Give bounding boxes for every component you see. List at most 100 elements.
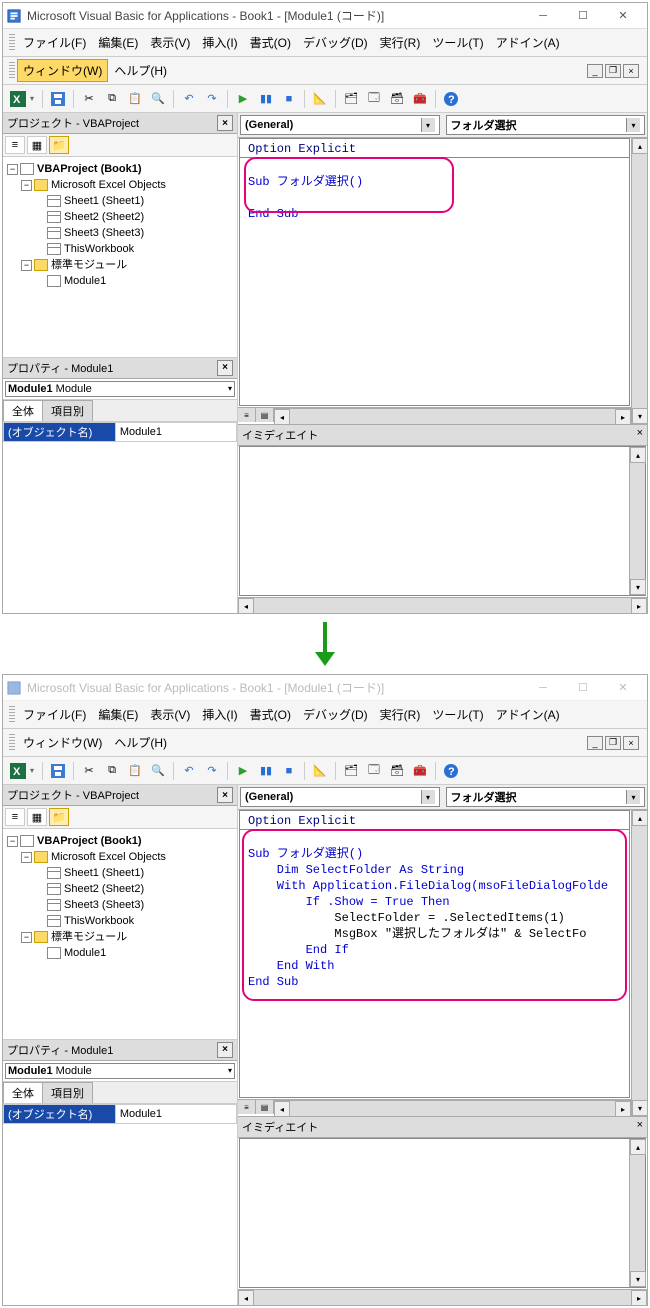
menu-run[interactable]: 実行(R): [374, 703, 427, 726]
close-button[interactable]: ✕: [603, 5, 643, 27]
grip-icon[interactable]: [9, 34, 15, 52]
tree-excel-objects[interactable]: Microsoft Excel Objects: [51, 179, 166, 191]
excel-icon[interactable]: X: [7, 88, 29, 110]
menu-window[interactable]: ウィンドウ(W): [17, 59, 108, 82]
project-explorer-icon[interactable]: 🗂: [340, 88, 362, 110]
mdi-min[interactable]: _: [587, 736, 603, 750]
prop-name-value[interactable]: Module1: [115, 1104, 236, 1123]
tree-collapse-icon[interactable]: −: [21, 852, 32, 863]
paste-icon[interactable]: 📋: [124, 760, 146, 782]
menu-insert[interactable]: 挿入(I): [196, 31, 243, 54]
code-editor[interactable]: Option Explicit Sub フォルダ選択() End Sub: [239, 138, 630, 406]
dropdown-icon[interactable]: ▾: [30, 766, 38, 775]
save-icon[interactable]: [47, 88, 69, 110]
hscrollbar[interactable]: ◂▸: [274, 1100, 631, 1116]
menu-file[interactable]: ファイル(F): [17, 31, 92, 54]
hscrollbar[interactable]: ◂▸: [238, 597, 647, 613]
titlebar[interactable]: Microsoft Visual Basic for Applications …: [3, 3, 647, 29]
minimize-button[interactable]: ─: [523, 5, 563, 27]
maximize-button[interactable]: ☐: [563, 677, 603, 699]
copy-icon[interactable]: ⧉: [101, 760, 123, 782]
redo-icon[interactable]: ↷: [201, 760, 223, 782]
undo-icon[interactable]: ↶: [178, 760, 200, 782]
help-icon[interactable]: ?: [440, 760, 462, 782]
tree-collapse-icon[interactable]: −: [21, 180, 32, 191]
reset-icon[interactable]: ■: [278, 88, 300, 110]
grip-icon[interactable]: [9, 706, 15, 724]
menu-debug[interactable]: デバッグ(D): [297, 703, 374, 726]
menu-edit[interactable]: 編集(E): [92, 31, 144, 54]
menu-format[interactable]: 書式(O): [244, 31, 297, 54]
grip-icon[interactable]: [9, 734, 15, 752]
object-browser-icon[interactable]: 🗃: [386, 760, 408, 782]
menu-view[interactable]: 表示(V): [144, 703, 196, 726]
help-icon[interactable]: ?: [440, 88, 462, 110]
pane-close-button[interactable]: ×: [217, 360, 233, 376]
full-module-view-icon[interactable]: ▤: [256, 1100, 274, 1114]
procedure-view-icon[interactable]: ≡: [238, 1100, 256, 1114]
dropdown-icon[interactable]: ▾: [421, 790, 435, 804]
mdi-min[interactable]: _: [587, 64, 603, 78]
vscrollbar[interactable]: ▴▾: [629, 1139, 645, 1287]
undo-icon[interactable]: ↶: [178, 88, 200, 110]
menu-view[interactable]: 表示(V): [144, 31, 196, 54]
break-icon[interactable]: ▮▮: [255, 88, 277, 110]
vscrollbar[interactable]: ▴▾: [631, 138, 647, 424]
run-icon[interactable]: ▶: [232, 88, 254, 110]
design-icon[interactable]: 📐: [309, 760, 331, 782]
menu-debug[interactable]: デバッグ(D): [297, 31, 374, 54]
tree-collapse-icon[interactable]: −: [7, 164, 18, 175]
tree-root[interactable]: VBAProject (Book1): [37, 163, 142, 175]
hscrollbar[interactable]: ◂▸: [274, 408, 631, 424]
object-combo[interactable]: (General)▾: [240, 787, 440, 807]
tree-module1[interactable]: Module1: [64, 947, 106, 959]
pane-close-button[interactable]: ×: [637, 1119, 643, 1135]
menu-run[interactable]: 実行(R): [374, 31, 427, 54]
run-icon[interactable]: ▶: [232, 760, 254, 782]
minimize-button[interactable]: ─: [523, 677, 563, 699]
view-object-icon[interactable]: ▦: [27, 808, 47, 826]
tree-sheet1[interactable]: Sheet1 (Sheet1): [64, 867, 144, 879]
find-icon[interactable]: 🔍: [147, 88, 169, 110]
menu-addin[interactable]: アドイン(A): [490, 31, 566, 54]
view-object-icon[interactable]: ▦: [27, 136, 47, 154]
redo-icon[interactable]: ↷: [201, 88, 223, 110]
toggle-folders-icon[interactable]: 📁: [49, 808, 69, 826]
paste-icon[interactable]: 📋: [124, 88, 146, 110]
object-combo[interactable]: (General)▾: [240, 115, 440, 135]
tree-thiswb[interactable]: ThisWorkbook: [64, 915, 134, 927]
project-explorer-icon[interactable]: 🗂: [340, 760, 362, 782]
mdi-restore[interactable]: ❐: [605, 736, 621, 750]
hscrollbar[interactable]: ◂▸: [238, 1289, 647, 1305]
vscrollbar[interactable]: ▴▾: [631, 810, 647, 1116]
project-tree[interactable]: −VBAProject (Book1) −Microsoft Excel Obj…: [3, 829, 237, 1040]
excel-icon[interactable]: X: [7, 760, 29, 782]
menu-insert[interactable]: 挿入(I): [196, 703, 243, 726]
toggle-folders-icon[interactable]: 📁: [49, 136, 69, 154]
properties-grid[interactable]: (オブジェクト名) Module1: [3, 1104, 237, 1306]
properties-object-combo[interactable]: Module1 Module▾: [3, 1061, 237, 1082]
dropdown-icon[interactable]: ▾: [228, 384, 232, 393]
menu-edit[interactable]: 編集(E): [92, 703, 144, 726]
dropdown-icon[interactable]: ▾: [626, 118, 640, 132]
tree-root[interactable]: VBAProject (Book1): [37, 835, 142, 847]
titlebar[interactable]: Microsoft Visual Basic for Applications …: [3, 675, 647, 701]
dropdown-icon[interactable]: ▾: [30, 94, 38, 103]
design-icon[interactable]: 📐: [309, 88, 331, 110]
menu-window[interactable]: ウィンドウ(W): [17, 731, 108, 754]
tree-sheet3[interactable]: Sheet3 (Sheet3): [64, 899, 144, 911]
menu-file[interactable]: ファイル(F): [17, 703, 92, 726]
tree-collapse-icon[interactable]: −: [7, 836, 18, 847]
tab-categorized[interactable]: 項目別: [42, 1082, 93, 1103]
pane-close-button[interactable]: ×: [637, 427, 643, 443]
immediate-window[interactable]: ▴▾: [239, 446, 646, 596]
object-browser-icon[interactable]: 🗃: [386, 88, 408, 110]
menu-tools[interactable]: ツール(T): [426, 31, 489, 54]
tree-collapse-icon[interactable]: −: [21, 932, 32, 943]
mdi-restore[interactable]: ❐: [605, 64, 621, 78]
view-code-icon[interactable]: ≡: [5, 136, 25, 154]
properties-object-combo[interactable]: Module1 Module▾: [3, 379, 237, 400]
tree-collapse-icon[interactable]: −: [21, 260, 32, 271]
tab-all[interactable]: 全体: [3, 400, 43, 421]
grip-icon[interactable]: [9, 62, 15, 80]
